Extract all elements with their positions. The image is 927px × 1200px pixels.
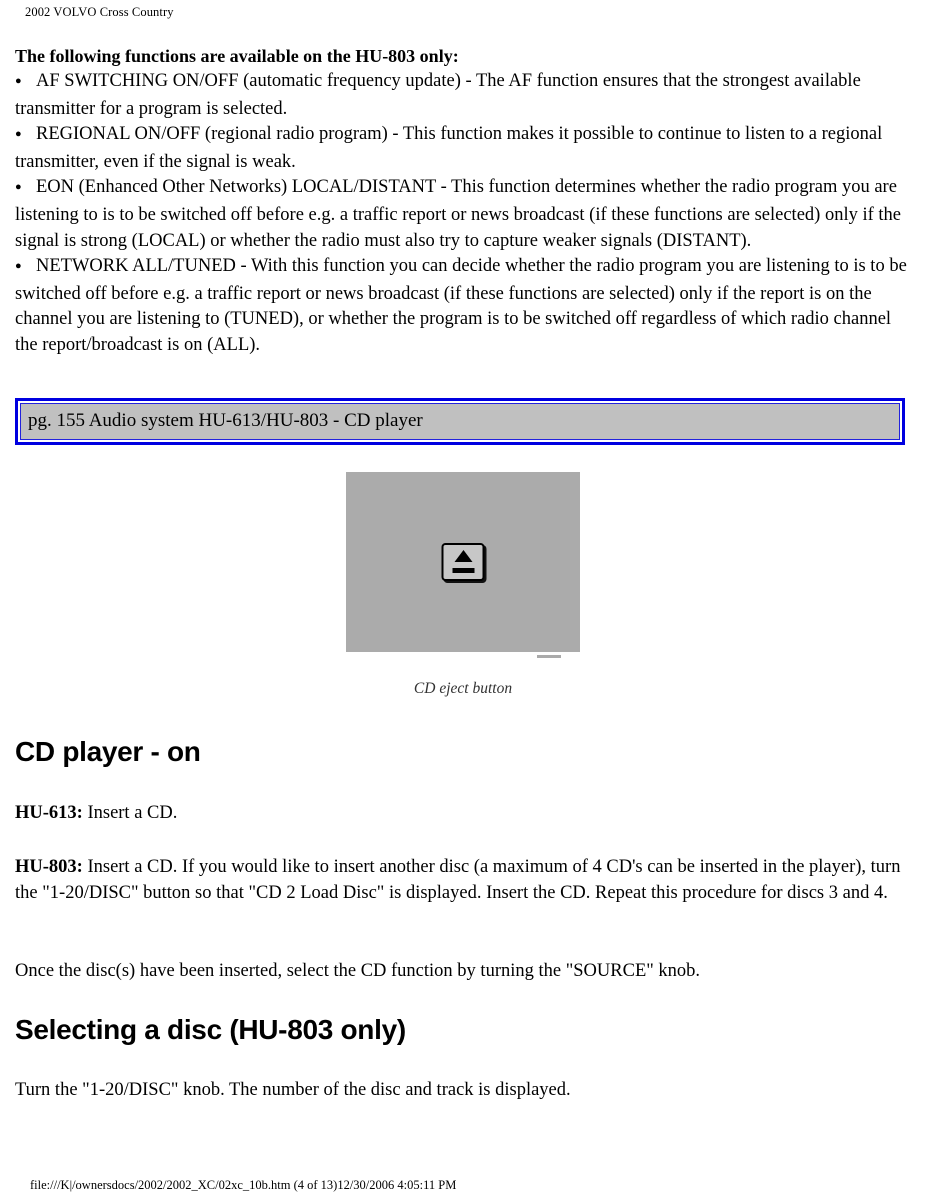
paragraph-hu613: HU-613: Insert a CD. [15,801,908,827]
paragraph-label: HU-803: [15,857,83,877]
paragraph-label: HU-613: [15,803,83,823]
paragraph-text: Insert a CD. If you would like to insert… [15,857,901,903]
list-item: NETWORK ALL/TUNED - With this function y… [15,254,912,358]
bullet-icon [15,70,36,97]
list-item-text: NETWORK ALL/TUNED - With this function y… [15,256,907,355]
list-item: EON (Enhanced Other Networks) LOCAL/DIST… [15,175,912,254]
functions-list: AF SWITCHING ON/OFF (automatic frequency… [15,69,912,359]
section-heading-cd-player-on: CD player - on [15,736,201,767]
paragraph-text: Turn the "1-20/DISC" knob. The number of… [15,1080,571,1100]
cross-reference-box[interactable]: pg. 155 Audio system HU-613/HU-803 - CD … [15,398,905,445]
section-heading-selecting-disc: Selecting a disc (HU-803 only) [15,1014,406,1045]
bullet-icon [15,255,36,282]
eject-icon [441,543,485,581]
paragraph-hu803: HU-803: Insert a CD. If you would like t… [15,855,908,906]
cross-reference-link-label[interactable]: pg. 155 Audio system HU-613/HU-803 - CD … [28,408,895,434]
figure-scale-tick [537,655,561,658]
list-item-text: AF SWITCHING ON/OFF (automatic frequency… [15,71,861,119]
figure-image [346,472,580,652]
intro-lead-text: The following functions are available on… [15,46,459,66]
cross-reference-box-inner: pg. 155 Audio system HU-613/HU-803 - CD … [20,403,900,440]
eject-triangle-glyph [454,550,472,562]
eject-bar-glyph [452,568,474,573]
list-item: REGIONAL ON/OFF (regional radio program)… [15,122,912,175]
paragraph-text: Insert a CD. [82,803,178,823]
bullet-icon [15,176,36,203]
paragraph-turn-knob: Turn the "1-20/DISC" knob. The number of… [15,1078,908,1104]
bullet-icon [15,123,36,150]
running-header: 2002 VOLVO Cross Country [25,5,174,19]
list-item-text: REGIONAL ON/OFF (regional radio program)… [15,124,883,172]
intro-content: The following functions are available on… [15,44,912,359]
figure-cd-eject-button: CD eject button [346,472,580,697]
list-item: AF SWITCHING ON/OFF (automatic frequency… [15,69,912,122]
paragraph-source-knob: Once the disc(s) have been inserted, sel… [15,959,908,985]
page-footer-path: file:///K|/ownersdocs/2002/2002_XC/02xc_… [30,1178,457,1192]
paragraph-text: Once the disc(s) have been inserted, sel… [15,961,701,981]
list-item-text: EON (Enhanced Other Networks) LOCAL/DIST… [15,177,901,251]
figure-caption: CD eject button [413,680,513,697]
